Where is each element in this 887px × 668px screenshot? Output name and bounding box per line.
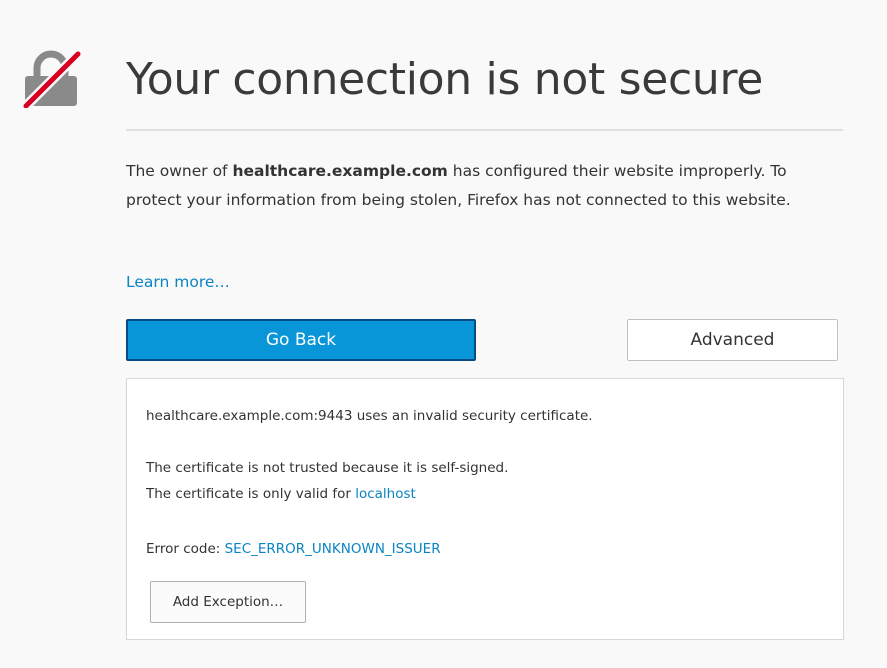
error-code-link[interactable]: SEC_ERROR_UNKNOWN_ISSUER bbox=[225, 541, 441, 557]
add-exception-button[interactable]: Add Exception… bbox=[150, 581, 306, 623]
error-code-label: Error code: bbox=[146, 541, 225, 557]
advanced-button[interactable]: Advanced bbox=[627, 319, 838, 361]
localhost-link[interactable]: localhost bbox=[355, 486, 416, 502]
self-signed-text: The certificate is not trusted because i… bbox=[146, 460, 509, 476]
learn-more-link[interactable]: Learn more… bbox=[126, 270, 230, 294]
site-domain: healthcare.example.com bbox=[232, 162, 448, 180]
error-description: The owner of healthcare.example.com has … bbox=[126, 157, 826, 214]
broken-lock-icon bbox=[21, 49, 82, 108]
go-back-button[interactable]: Go Back bbox=[126, 319, 476, 361]
description-text-start: The owner of bbox=[126, 162, 233, 180]
valid-for-prefix: The certificate is only valid for bbox=[146, 486, 356, 502]
valid-for-text: The certificate is only valid for localh… bbox=[146, 484, 416, 504]
advanced-panel: healthcare.example.com:9443 uses an inva… bbox=[126, 378, 844, 640]
invalid-certificate-text: healthcare.example.com:9443 uses an inva… bbox=[146, 408, 593, 424]
error-code-line: Error code: SEC_ERROR_UNKNOWN_ISSUER bbox=[146, 539, 441, 559]
title-divider bbox=[126, 129, 843, 131]
page-title: Your connection is not secure bbox=[126, 54, 764, 105]
error-page: Your connection is not secure The owner … bbox=[0, 0, 887, 668]
